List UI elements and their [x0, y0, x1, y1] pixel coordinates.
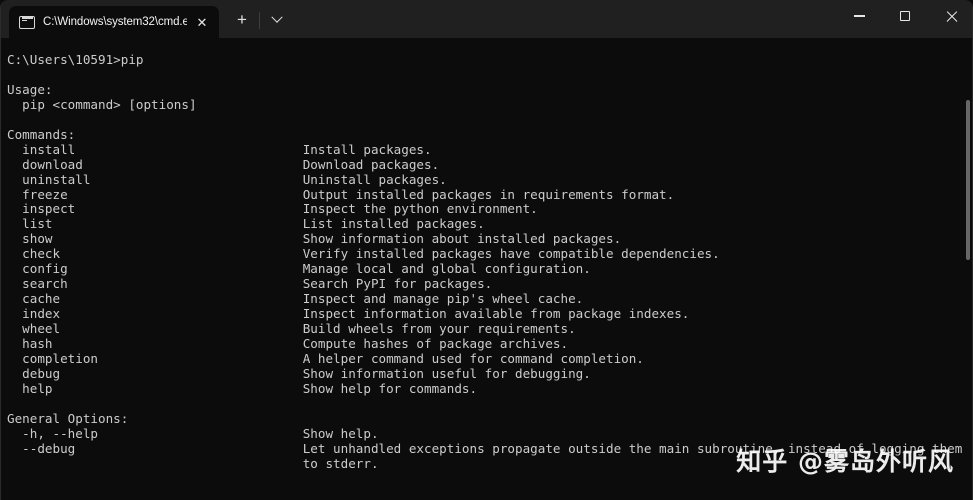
new-tab-button[interactable]: +	[225, 5, 259, 35]
tab-strip: C:\Windows\system32\cmd.e: ✕ +	[1, 0, 836, 44]
titlebar: C:\Windows\system32\cmd.e: ✕ +	[1, 0, 972, 44]
terminal-window: C:\Windows\system32\cmd.e: ✕ + C:\Users\…	[0, 0, 973, 500]
close-window-icon	[945, 10, 958, 23]
close-window-button[interactable]	[928, 0, 972, 32]
close-icon[interactable]: ✕	[191, 11, 213, 33]
minimize-button[interactable]	[836, 0, 882, 32]
tab-dropdown-button[interactable]	[260, 5, 294, 35]
window-controls	[836, 0, 972, 38]
maximize-button[interactable]	[882, 0, 928, 32]
scrollbar[interactable]	[962, 38, 972, 500]
minimize-icon	[853, 15, 865, 17]
maximize-icon	[900, 11, 910, 21]
tab-title: C:\Windows\system32\cmd.e:	[43, 16, 187, 28]
tab-cmd[interactable]: C:\Windows\system32\cmd.e: ✕	[9, 6, 219, 44]
terminal-output: C:\Users\10591>pip Usage: pip <command> …	[7, 51, 963, 471]
terminal-content[interactable]: C:\Users\10591>pip Usage: pip <command> …	[1, 38, 972, 500]
console-icon	[19, 15, 35, 29]
scrollbar-thumb[interactable]	[966, 100, 970, 260]
chevron-down-icon	[271, 11, 283, 23]
